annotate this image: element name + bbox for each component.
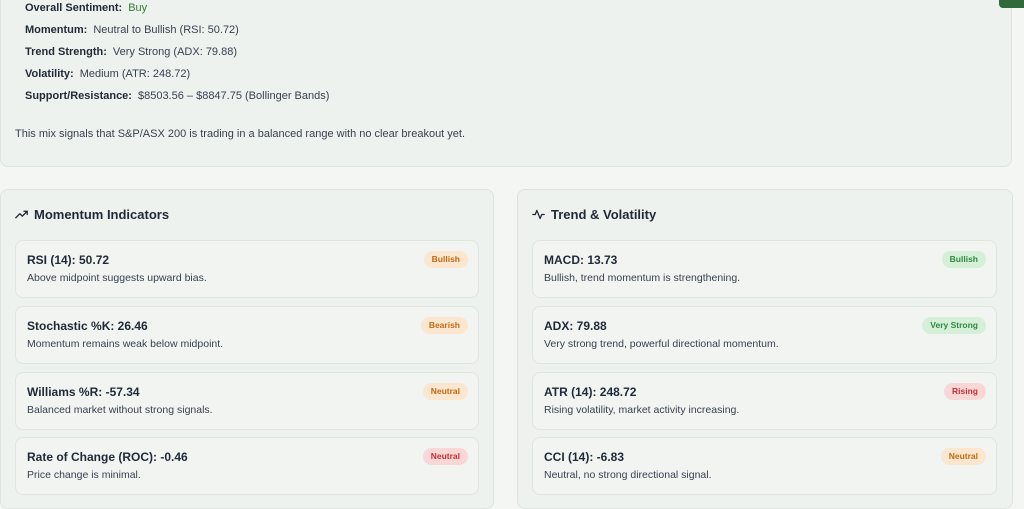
volatility-row: Volatility: Medium (ATR: 248.72): [25, 68, 190, 80]
momentum-panel-title-text: Momentum Indicators: [34, 207, 170, 222]
indicator-card-cci[interactable]: CCI (14): -6.83 Neutral, no strong direc…: [532, 437, 997, 495]
indicator-description: Rising volatility, market activity incre…: [544, 404, 740, 416]
indicator-card-adx[interactable]: ADX: 79.88 Very strong trend, powerful d…: [532, 306, 997, 364]
trend-panel-title-text: Trend & Volatility: [551, 207, 657, 222]
status-badge: Rising: [944, 383, 986, 400]
trend-volatility-panel: Trend & Volatility MACD: 13.73 Bullish, …: [517, 189, 1013, 509]
trend-strength-value: Very Strong (ADX: 79.88): [112, 46, 238, 58]
corner-badge[interactable]: [999, 0, 1024, 8]
indicator-name: RSI (14): 50.72: [27, 253, 110, 267]
indicator-description: Neutral, no strong directional signal.: [544, 469, 712, 481]
indicator-name: Stochastic %K: 26.46: [27, 319, 148, 333]
momentum-panel-title: Momentum Indicators: [15, 207, 169, 222]
trend-panel-title: Trend & Volatility: [532, 207, 656, 222]
volatility-label: Volatility:: [25, 68, 74, 80]
status-badge: Bullish: [423, 251, 468, 268]
support-resistance-value: $8503.56 – $8847.75 (Bollinger Bands): [137, 90, 330, 102]
momentum-value: Neutral to Bullish (RSI: 50.72): [93, 24, 239, 36]
status-badge: Neutral: [940, 448, 986, 465]
indicator-card-stochastic[interactable]: Stochastic %K: 26.46 Momentum remains we…: [15, 306, 479, 364]
indicator-description: Bullish, trend momentum is strengthening…: [544, 272, 741, 284]
indicator-name: ATR (14): 248.72: [544, 385, 637, 399]
support-resistance-label: Support/Resistance:: [25, 90, 132, 102]
indicator-card-macd[interactable]: MACD: 13.73 Bullish, trend momentum is s…: [532, 240, 997, 298]
momentum-label: Momentum:: [25, 24, 88, 36]
indicator-card-rsi[interactable]: RSI (14): 50.72 Above midpoint suggests …: [15, 240, 479, 298]
indicator-name: ADX: 79.88: [544, 319, 607, 333]
momentum-row: Momentum: Neutral to Bullish (RSI: 50.72): [25, 24, 239, 36]
overall-sentiment-value: Buy: [128, 2, 148, 14]
indicator-name: Williams %R: -57.34: [27, 385, 140, 399]
indicator-name: Rate of Change (ROC): -0.46: [27, 450, 188, 464]
overall-sentiment-row: Overall Sentiment: Buy: [25, 2, 147, 14]
trend-strength-label: Trend Strength:: [25, 46, 107, 58]
indicator-description: Balanced market without strong signals.: [27, 404, 213, 416]
volatility-value: Medium (ATR: 248.72): [79, 68, 191, 80]
activity-pulse-icon: [532, 209, 545, 220]
status-badge: Neutral: [422, 383, 468, 400]
indicator-name: CCI (14): -6.83: [544, 450, 625, 464]
status-badge: Very Strong: [922, 317, 986, 334]
momentum-indicators-panel: Momentum Indicators RSI (14): 50.72 Abov…: [0, 189, 494, 509]
trend-strength-row: Trend Strength: Very Strong (ADX: 79.88): [25, 46, 237, 58]
status-badge: Bullish: [941, 251, 986, 268]
indicator-card-atr[interactable]: ATR (14): 248.72 Rising volatility, mark…: [532, 372, 997, 430]
summary-conclusion: This mix signals that S&P/ASX 200 is tra…: [15, 128, 466, 140]
status-badge: Neutral: [422, 448, 468, 465]
indicator-description: Very strong trend, powerful directional …: [544, 338, 779, 350]
indicator-name: MACD: 13.73: [544, 253, 618, 267]
support-resistance-row: Support/Resistance: $8503.56 – $8847.75 (…: [25, 90, 329, 102]
status-badge: Bearish: [420, 317, 468, 334]
indicator-description: Momentum remains weak below midpoint.: [27, 338, 224, 350]
indicator-card-williams[interactable]: Williams %R: -57.34 Balanced market with…: [15, 372, 479, 430]
trending-up-icon: [15, 210, 28, 219]
overall-sentiment-label: Overall Sentiment:: [25, 2, 123, 14]
indicator-card-roc[interactable]: Rate of Change (ROC): -0.46 Price change…: [15, 437, 479, 495]
indicator-description: Above midpoint suggests upward bias.: [27, 272, 207, 284]
indicator-description: Price change is minimal.: [27, 469, 141, 481]
